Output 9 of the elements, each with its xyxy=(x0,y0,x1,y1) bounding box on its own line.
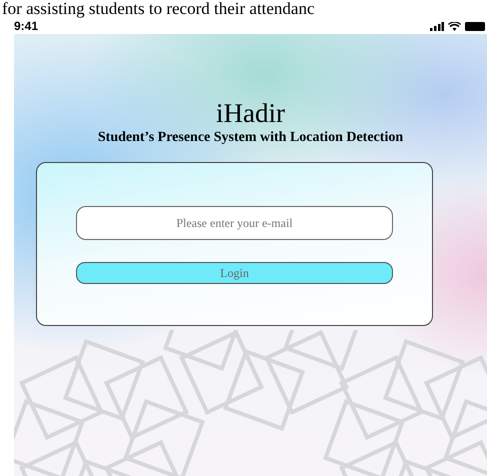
email-field[interactable]: Please enter your e-mail xyxy=(76,206,393,240)
app-subtitle: Student’s Presence System with Location Detection xyxy=(98,130,404,146)
login-button[interactable]: Login xyxy=(76,262,393,284)
battery-icon xyxy=(465,22,485,30)
caption-text: for assisting students to record their attendanc xyxy=(1,0,315,18)
signal-icon xyxy=(430,22,444,30)
wifi-icon xyxy=(448,22,461,30)
status-time: 9:41 xyxy=(14,19,38,33)
app-title: iHadir xyxy=(216,98,285,128)
